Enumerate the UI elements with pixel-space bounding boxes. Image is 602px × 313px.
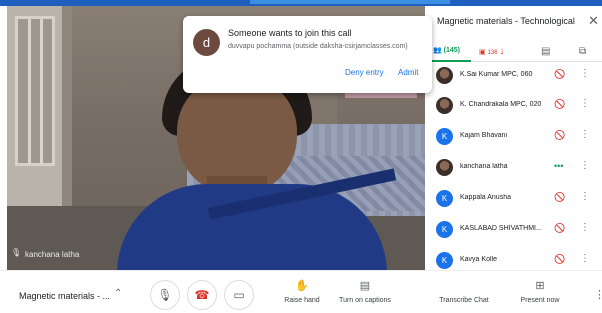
mic-button[interactable]: 🎙 <box>150 280 180 310</box>
avatar: K <box>436 128 453 145</box>
meeting-title[interactable]: Magnetic materials - ... <box>19 291 110 301</box>
tab-shapes[interactable]: ⧉ <box>579 46 586 57</box>
list-item[interactable]: K.Sai Kumar MPC, 060 🚫 ⋮ <box>431 64 602 88</box>
mic-off-icon: 🚫 <box>554 192 566 202</box>
tab-people[interactable]: 👥 (145) <box>433 46 460 54</box>
avatar: K <box>436 252 453 269</box>
dialog-title: Someone wants to join this call <box>228 28 352 38</box>
captions-button[interactable]: ▤ Turn on captions <box>320 279 410 304</box>
arrow-down-icon: ↓ <box>499 46 505 57</box>
video-window <box>15 16 55 166</box>
hang-up-button[interactable]: ☎ <box>187 280 217 310</box>
window-bar <box>28 19 31 163</box>
more-options-icon[interactable]: ⋮ <box>580 98 590 109</box>
people-icon: 👥 <box>433 47 442 54</box>
participant-name: Kajam Bhavani <box>460 132 508 139</box>
transcribe-label: Transcribe Chat <box>439 297 489 304</box>
avatar <box>436 159 453 176</box>
shapes-icon: ⧉ <box>579 46 587 57</box>
tab-chat[interactable]: ▣ 136 ↓ <box>479 46 505 57</box>
mic-off-icon: 🚫 <box>554 69 566 79</box>
mic-off-icon: 🚫 <box>554 99 566 109</box>
video-participant-name: kanchana latha <box>25 250 80 259</box>
list-item[interactable]: K. Chandrakala MPC, 020 🚫 ⋮ <box>431 94 602 118</box>
raise-hand-label: Raise hand <box>284 297 320 304</box>
join-request-dialog: d Someone wants to join this call duvvap… <box>183 16 432 93</box>
tab-activities[interactable]: ▤ <box>541 46 550 57</box>
panel-title: Magnetic materials - Technological a... <box>437 16 577 26</box>
present-label: Present now <box>520 297 560 304</box>
mic-off-icon: 🚫 <box>554 254 566 264</box>
mic-icon: 🎙 <box>157 288 173 302</box>
captions-icon: ▤ <box>359 280 371 292</box>
list-item[interactable]: K Kajam Bhavani 🚫 ⋮ <box>431 125 602 149</box>
chevron-up-icon[interactable]: ⌃ <box>114 288 122 299</box>
camera-button[interactable]: ▭ <box>224 280 254 310</box>
avatar: K <box>436 190 453 207</box>
more-options-icon[interactable]: ⋮ <box>594 288 602 301</box>
raise-hand-button[interactable]: ✋ Raise hand <box>282 279 322 304</box>
more-options-icon[interactable]: ⋮ <box>580 191 590 202</box>
mic-off-icon: 🎙 <box>11 248 22 257</box>
close-icon[interactable]: ✕ <box>588 13 599 29</box>
avatar: K <box>436 221 453 238</box>
panel-tabs: 👥 (145) ▣ 136 ↓ ▤ ⧉ <box>431 42 602 62</box>
participant-name: K.Sai Kumar MPC, 060 <box>460 71 533 78</box>
more-options-icon[interactable]: ⋮ <box>580 222 590 233</box>
participant-name: KASLABAD SHIVATHMI... <box>460 225 542 232</box>
avatar <box>436 97 453 114</box>
dialog-subtitle: duvvapu pochamma (outside daksha-csirjam… <box>228 43 408 50</box>
participant-name: Kavya Kolle <box>460 256 497 263</box>
participant-name: K. Chandrakala MPC, 020 <box>460 101 542 108</box>
transcribe-icon <box>430 279 498 293</box>
present-icon: ⊞ <box>535 280 545 292</box>
captions-label: Turn on captions <box>339 297 391 304</box>
list-item[interactable]: kanchana latha ••• ⋮ <box>431 156 602 180</box>
hang-up-icon: ☎ <box>194 288 210 302</box>
bottom-toolbar: Magnetic materials - ... ⌃ 🎙 ☎ ▭ ✋ Raise… <box>0 270 602 313</box>
speaking-icon: ••• <box>554 161 564 171</box>
more-options-icon[interactable]: ⋮ <box>580 68 590 79</box>
transcribe-chat-button[interactable]: Transcribe Chat <box>430 279 498 304</box>
activities-icon: ▤ <box>541 46 551 57</box>
hand-icon: ✋ <box>295 280 309 292</box>
participants-panel: Magnetic materials - Technological a... … <box>431 6 602 270</box>
present-now-button[interactable]: ⊞ Present now <box>514 279 566 304</box>
list-item[interactable]: K Kappala Anusha 🚫 ⋮ <box>431 187 602 211</box>
chat-icon: ▣ <box>479 49 486 56</box>
avatar: d <box>193 29 220 56</box>
mic-off-icon: 🚫 <box>554 130 566 140</box>
mic-off-icon: 🚫 <box>554 223 566 233</box>
people-count: (145) <box>443 47 461 54</box>
participant-name: Kappala Anusha <box>460 194 511 201</box>
admit-button[interactable]: Admit <box>398 68 418 77</box>
more-options-icon[interactable]: ⋮ <box>580 129 590 140</box>
window-bar <box>40 19 43 163</box>
more-options-icon[interactable]: ⋮ <box>580 160 590 171</box>
list-item[interactable]: K KASLABAD SHIVATHMI... 🚫 ⋮ <box>431 218 602 242</box>
camera-icon: ▭ <box>233 288 245 302</box>
participant-name: kanchana latha <box>460 163 508 170</box>
top-strip-highlight <box>250 0 450 4</box>
chat-count: 136 <box>487 50 498 56</box>
deny-entry-button[interactable]: Deny entry <box>345 68 384 77</box>
avatar <box>436 67 453 84</box>
more-options-icon[interactable]: ⋮ <box>580 253 590 264</box>
tab-people-underline <box>431 60 471 62</box>
